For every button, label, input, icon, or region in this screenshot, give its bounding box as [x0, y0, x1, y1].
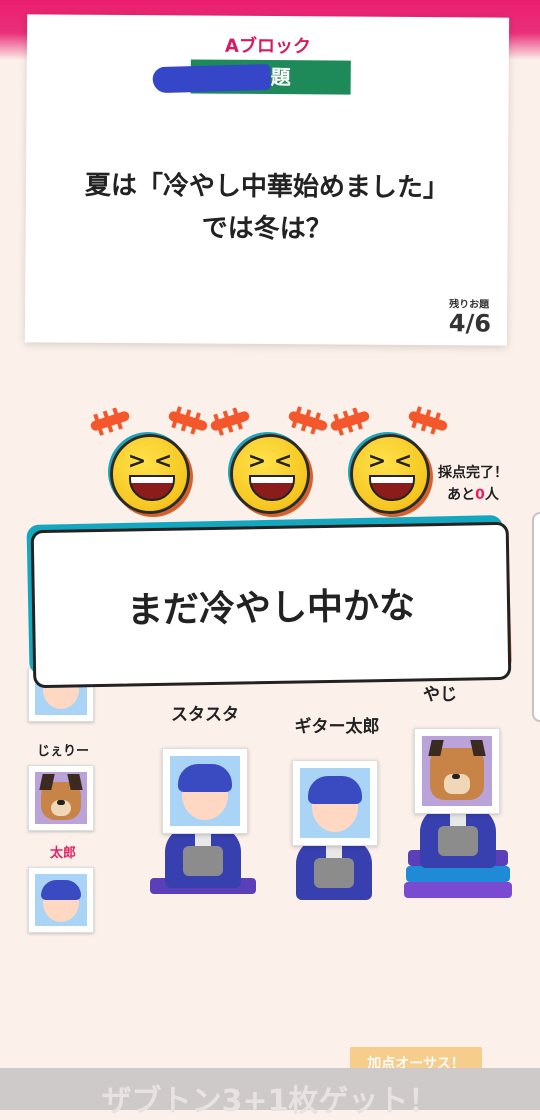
question-card: Aブロック お題 夏は「冷やし中華始めました」 では冬は？ 残りお題 4/6: [24, 14, 510, 346]
sparkle-icon: [287, 410, 329, 432]
player-photo: [28, 765, 94, 831]
side-player[interactable]: じぇりー: [28, 740, 98, 831]
sparkle-icon: [209, 410, 251, 432]
scoring-complete-text: 採点完了！: [438, 465, 508, 481]
reaction-3: > <: [328, 408, 449, 518]
scoring-status: 採点完了！ あと0人: [438, 462, 508, 506]
zabuton-cushion: [404, 882, 512, 898]
stage-player[interactable]: スタスタ: [160, 700, 250, 725]
player-name: やじ: [423, 685, 457, 705]
player-photo: [414, 728, 500, 814]
sparkle-icon: [167, 410, 209, 432]
answer-text: まだ冷やし中かな: [126, 585, 416, 632]
player-photo: [28, 867, 94, 933]
player-name: ギター太郎: [294, 717, 380, 737]
answer-card: まだ冷やし中かな: [30, 521, 512, 689]
player-photo: [292, 760, 378, 846]
reaction-row: > < > < > <: [88, 408, 468, 518]
remaining-label: 残りお題: [449, 299, 490, 311]
remaining-count: 4/6: [448, 309, 492, 338]
player-name: スタスタ: [171, 705, 239, 725]
player-photo: [162, 748, 248, 834]
remaining-number: 0: [475, 487, 485, 503]
brush-stroke-decoration: [152, 63, 272, 94]
sparkle-icon: [329, 410, 371, 432]
player-name: じぇりー: [36, 744, 89, 759]
player-body: [420, 806, 496, 868]
reaction-1: > <: [88, 408, 209, 518]
stage-player[interactable]: やじ: [410, 680, 470, 705]
zabuton-cushion: [406, 866, 510, 882]
scroll-handle[interactable]: [532, 512, 540, 722]
reaction-2: > <: [208, 408, 329, 518]
stage-player[interactable]: ギター太郎: [282, 712, 392, 737]
scoring-remaining: あと0人: [447, 487, 499, 503]
sparkle-icon: [89, 410, 131, 432]
bottom-banner-text: ザブトン3+1枚ゲット！: [101, 1084, 439, 1119]
question-text: 夏は「冷やし中華始めました」 では冬は？: [36, 164, 499, 251]
side-player[interactable]: 太郎: [28, 842, 98, 933]
dog-avatar-icon: [428, 740, 486, 800]
question-line-1: 夏は「冷やし中華始めました」: [84, 170, 450, 204]
sparkle-icon: [407, 410, 449, 432]
dog-avatar-icon: [39, 774, 83, 820]
laughing-face-icon: > <: [110, 434, 190, 514]
player-name: 太郎: [49, 846, 76, 861]
question-line-2: では冬は？: [201, 213, 332, 245]
player-body: [165, 826, 241, 888]
block-label: Aブロック: [224, 35, 311, 58]
laughing-face-icon: > <: [230, 434, 310, 514]
player-body: [296, 838, 372, 900]
laughing-face-icon: > <: [350, 434, 430, 514]
